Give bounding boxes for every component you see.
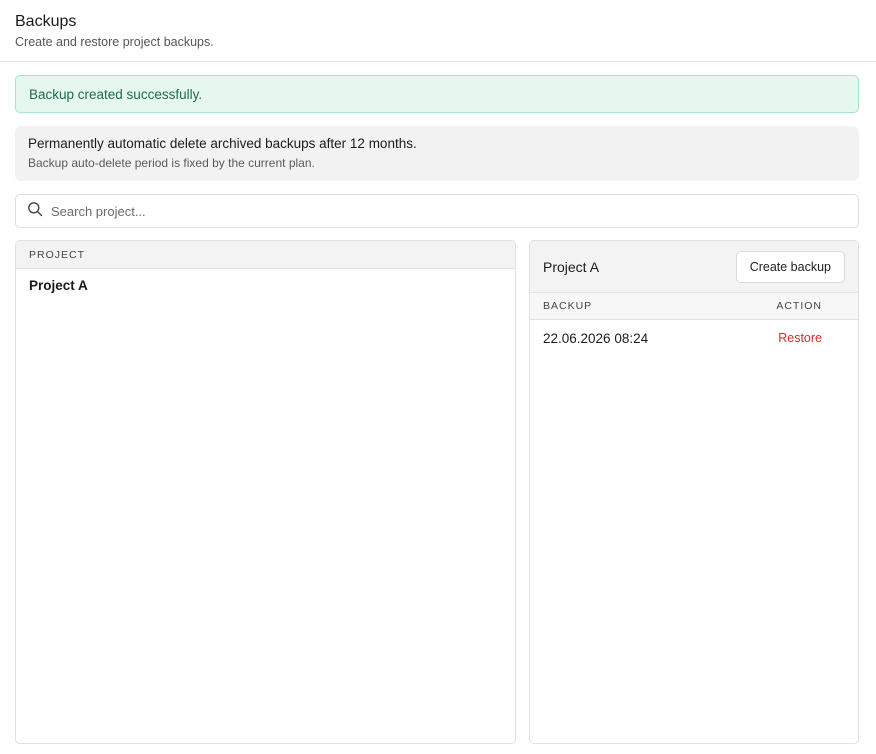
- backup-detail-panel: Project A Create backup BACKUP ACTION 22…: [529, 240, 859, 744]
- action-column-label: ACTION: [776, 300, 822, 312]
- info-box: Permanently automatic delete archived ba…: [15, 126, 859, 181]
- info-subtitle: Backup auto-delete period is fixed by th…: [28, 156, 315, 170]
- selected-project-title: Project A: [543, 258, 600, 275]
- project-column-label: PROJECT: [29, 248, 86, 261]
- search-icon: [27, 201, 43, 222]
- backup-detail-header: Project A Create backup: [530, 241, 858, 293]
- backup-date: 22.06.2026 08:24: [543, 330, 649, 346]
- backup-row: 22.06.2026 08:24 Restore: [530, 320, 858, 356]
- project-list-item[interactable]: Project A: [16, 269, 515, 302]
- page-header: Backups Create and restore project backu…: [0, 0, 876, 62]
- page-title: Backups: [15, 13, 77, 30]
- success-alert: Backup created successfully.: [15, 75, 859, 113]
- create-backup-button[interactable]: Create backup: [735, 250, 845, 283]
- project-column-header: PROJECT: [16, 241, 515, 269]
- backup-table-header: BACKUP ACTION: [530, 293, 858, 320]
- info-title: Permanently automatic delete archived ba…: [28, 136, 417, 151]
- backup-column-label: BACKUP: [543, 300, 593, 312]
- page-subtitle: Create and restore project backups.: [15, 35, 214, 49]
- success-alert-message: Backup created successfully.: [29, 86, 203, 102]
- search-input[interactable]: [51, 203, 811, 219]
- project-name: Project A: [29, 278, 88, 293]
- search-box[interactable]: [15, 194, 859, 228]
- restore-link[interactable]: Restore: [778, 331, 822, 345]
- project-list-panel: PROJECT Project A: [15, 240, 516, 744]
